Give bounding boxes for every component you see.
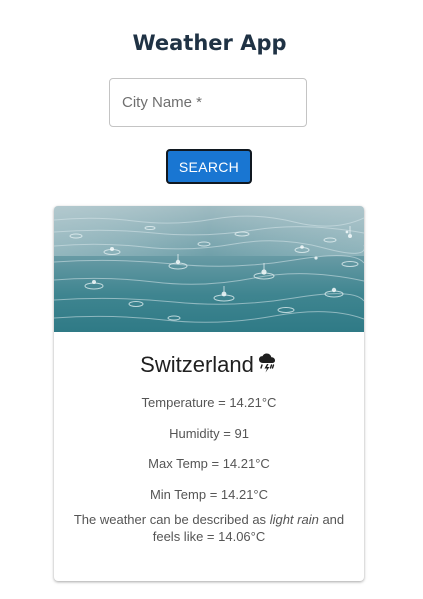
location-heading: Switzerland (54, 352, 364, 381)
description-condition: light rain (269, 512, 319, 527)
city-name-input[interactable] (110, 79, 306, 126)
description-prefix: The weather can be described as (73, 512, 267, 527)
app-title: Weather App (132, 31, 287, 55)
humidity-text: Humidity = 91 (169, 426, 249, 441)
max-temp-text: Max Temp = 14.21°C (148, 456, 270, 471)
city-name-field[interactable] (109, 78, 307, 127)
weather-card: Switzerland Temperature = 14.21°C Humidi… (54, 206, 364, 581)
weather-description: The weather can be described as light ra… (70, 511, 348, 545)
search-button[interactable]: SEARCH (166, 149, 252, 184)
thunderstorm-icon (258, 353, 278, 381)
temperature-text: Temperature = 14.21°C (141, 395, 277, 410)
min-temp-text: Min Temp = 14.21°C (149, 487, 269, 502)
rain-water-image (54, 206, 364, 332)
location-name: Switzerland (140, 352, 254, 377)
